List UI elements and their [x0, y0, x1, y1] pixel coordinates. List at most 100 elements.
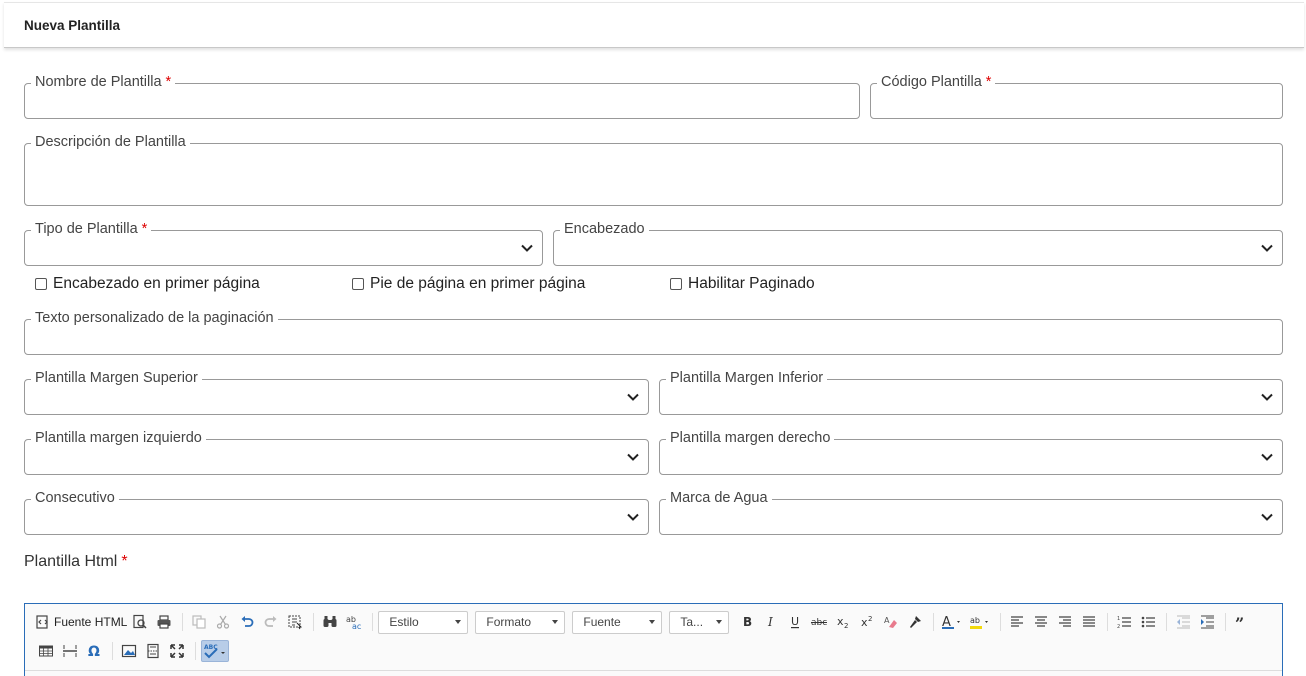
html-editor: Fuente HTML ab ac Estilo Formato Fuente T… — [24, 603, 1283, 676]
cut-button[interactable] — [212, 611, 234, 633]
svg-text:1: 1 — [1117, 616, 1120, 622]
required-marker: * — [985, 74, 992, 90]
print-button[interactable] — [153, 611, 175, 633]
source-icon — [36, 615, 48, 629]
toolbar-separator — [1225, 613, 1227, 631]
align-left-icon — [1011, 616, 1024, 627]
maximize-button[interactable] — [166, 640, 188, 662]
margen-derecho-select[interactable]: Plantilla margen derecho — [659, 429, 1283, 475]
special-char-button[interactable]: Ω — [83, 640, 105, 662]
redo-button[interactable] — [260, 611, 282, 633]
encabezado-primer-pagina-checkbox[interactable]: Encabezado en primer página — [35, 275, 260, 293]
toolbar-separator — [182, 613, 184, 631]
tipo-plantilla-select[interactable]: Tipo de Plantilla * — [24, 220, 543, 266]
remove-format-button[interactable]: A — [880, 611, 902, 633]
spellcheck-button[interactable]: ABC — [201, 640, 229, 662]
strikethrough-button[interactable]: abc — [808, 611, 830, 633]
required-marker: * — [121, 553, 128, 570]
preview-icon — [133, 614, 147, 629]
replace-button[interactable]: ab ac — [343, 611, 365, 633]
source-html-label: Fuente HTML — [54, 615, 128, 629]
tamano-dropdown[interactable]: Ta... — [669, 610, 730, 634]
toolbar-separator — [112, 642, 113, 660]
codigo-plantilla-label: Código Plantilla * — [877, 73, 996, 91]
indent-button[interactable] — [1196, 611, 1218, 633]
margen-derecho-label: Plantilla margen derecho — [666, 429, 835, 447]
toolbar-separator — [1107, 613, 1109, 631]
table-button[interactable] — [35, 640, 57, 662]
tipo-plantilla-label: Tipo de Plantilla * — [31, 220, 152, 238]
subscript-button[interactable]: x2 — [832, 611, 854, 633]
chevron-down-icon — [626, 450, 640, 464]
pie-pagina-primer-pagina-checkbox[interactable]: Pie de página en primer página — [352, 275, 585, 293]
descripcion-plantilla-textarea[interactable]: Descripción de Plantilla — [24, 133, 1283, 206]
margen-superior-select[interactable]: Plantilla Margen Superior — [24, 369, 649, 415]
texto-paginacion-label: Texto personalizado de la paginación — [31, 309, 278, 327]
dropdown-arrow-icon — [455, 620, 462, 624]
outdent-button[interactable] — [1172, 611, 1194, 633]
quote-icon: ” — [1235, 614, 1244, 630]
habilitar-paginado-checkbox[interactable]: Habilitar Paginado — [670, 275, 815, 293]
copy-format-button[interactable] — [904, 611, 926, 633]
chevron-down-icon — [626, 510, 640, 524]
toolbar-separator — [195, 642, 196, 660]
svg-text:A: A — [884, 616, 890, 625]
background-color-button[interactable]: ab — [967, 611, 993, 633]
text-color-icon: A — [942, 615, 961, 630]
formato-dropdown[interactable]: Formato — [475, 610, 566, 634]
numbered-list-icon: 12 — [1117, 616, 1132, 630]
justify-button[interactable] — [1078, 611, 1100, 633]
numbered-list-button[interactable]: 12 — [1113, 611, 1135, 633]
image-icon — [121, 644, 137, 658]
bulleted-list-button[interactable] — [1137, 611, 1159, 633]
horizontal-line-button[interactable] — [59, 640, 81, 662]
margen-inferior-select[interactable]: Plantilla Margen Inferior — [659, 369, 1283, 415]
texto-paginacion-input[interactable]: Texto personalizado de la paginación — [24, 309, 1283, 355]
nombre-plantilla-input[interactable]: Nombre de Plantilla * — [24, 73, 860, 119]
codigo-plantilla-input[interactable]: Código Plantilla * — [870, 73, 1283, 119]
checkbox-box[interactable] — [35, 278, 47, 290]
descripcion-plantilla-label: Descripción de Plantilla — [31, 133, 190, 151]
chevron-down-icon — [1260, 241, 1274, 255]
source-html-button[interactable]: Fuente HTML — [35, 611, 127, 633]
align-right-button[interactable] — [1054, 611, 1076, 633]
page-break-button[interactable] — [142, 640, 164, 662]
margen-superior-label: Plantilla Margen Superior — [31, 369, 202, 387]
select-all-icon — [288, 615, 303, 630]
align-center-button[interactable] — [1030, 611, 1052, 633]
margen-izquierdo-select[interactable]: Plantilla margen izquierdo — [24, 429, 649, 475]
toolbar-separator — [372, 613, 374, 631]
superscript-button[interactable]: x2 — [856, 611, 878, 633]
select-all-button[interactable] — [284, 611, 306, 633]
image-button[interactable] — [118, 640, 140, 662]
underline-button[interactable]: U — [784, 611, 806, 633]
paintbrush-icon — [910, 616, 922, 628]
checkbox-box[interactable] — [670, 278, 682, 290]
eraser-icon: A — [884, 616, 898, 628]
consecutivo-select[interactable]: Consecutivo — [24, 489, 649, 535]
fuente-dropdown[interactable]: Fuente — [572, 610, 663, 634]
svg-text:I: I — [767, 615, 773, 629]
copy-button[interactable] — [188, 611, 210, 633]
margen-izquierdo-label: Plantilla margen izquierdo — [31, 429, 206, 447]
chevron-down-icon — [626, 390, 640, 404]
italic-button[interactable]: I — [760, 611, 782, 633]
blockquote-button[interactable]: ” — [1231, 611, 1253, 633]
encabezado-label: Encabezado — [560, 220, 649, 238]
find-button[interactable] — [319, 611, 341, 633]
undo-button[interactable] — [236, 611, 258, 633]
omega-icon: Ω — [88, 644, 100, 659]
encabezado-select[interactable]: Encabezado — [553, 220, 1283, 266]
estilo-dropdown[interactable]: Estilo — [378, 610, 469, 634]
print-icon — [157, 615, 171, 629]
bold-button[interactable]: B — [736, 611, 758, 633]
text-color-button[interactable]: A — [939, 611, 965, 633]
strikethrough-icon: abc — [811, 618, 828, 628]
checkbox-box[interactable] — [352, 278, 364, 290]
page-title: Nueva Plantilla — [24, 18, 121, 33]
checkbox-label: Habilitar Paginado — [688, 275, 815, 292]
align-left-button[interactable] — [1006, 611, 1028, 633]
maximize-icon — [170, 644, 184, 658]
marca-agua-select[interactable]: Marca de Agua — [659, 489, 1283, 535]
preview-button[interactable] — [129, 611, 151, 633]
